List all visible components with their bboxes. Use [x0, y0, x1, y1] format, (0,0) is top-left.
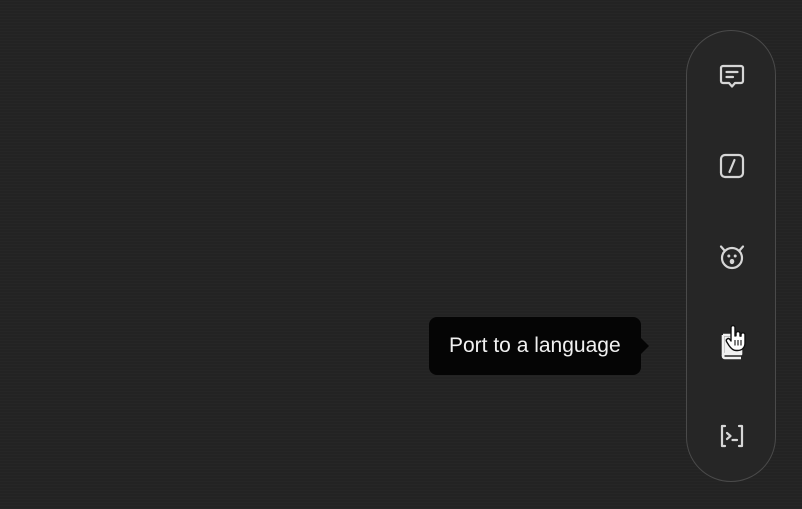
- hand-pointer-cursor-icon: [725, 324, 746, 352]
- debug-button[interactable]: [709, 233, 755, 279]
- tooltip-arrow: [640, 338, 649, 354]
- terminal-icon: [720, 424, 744, 448]
- workspace-canvas: Port to a language: [0, 0, 802, 509]
- bug-icon: [719, 245, 745, 270]
- tooltip-text: Port to a language: [449, 334, 621, 357]
- comment-button[interactable]: [709, 53, 755, 99]
- terminal-button[interactable]: [709, 413, 755, 459]
- floating-toolbar: [686, 30, 776, 482]
- comment-icon: [719, 64, 745, 88]
- slash-command-button[interactable]: [709, 143, 755, 189]
- port-language-tooltip: Port to a language: [429, 317, 649, 375]
- slash-command-icon: [719, 153, 745, 179]
